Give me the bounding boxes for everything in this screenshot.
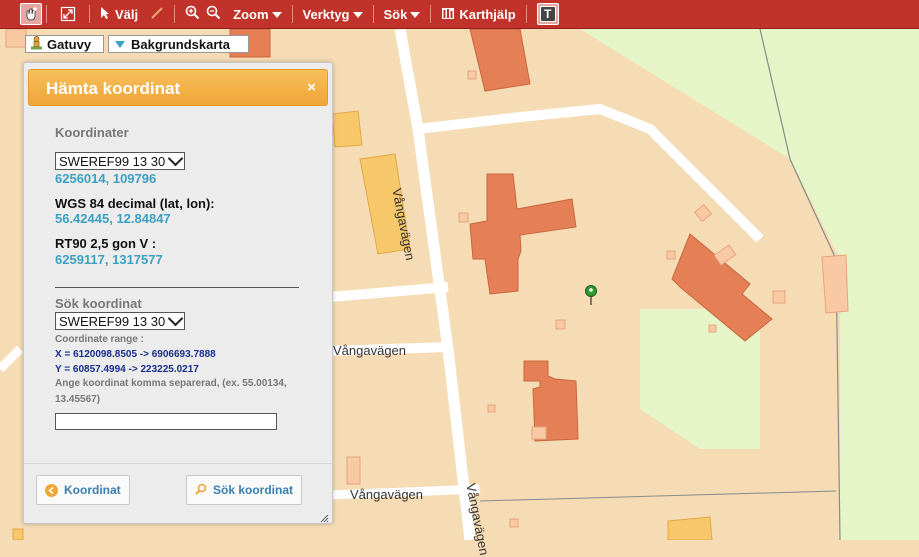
cursor-arrow-icon bbox=[100, 6, 110, 23]
coordinate-range-label: Coordinate range : bbox=[55, 334, 144, 345]
toolbar-divider bbox=[46, 5, 47, 23]
coordinate-range-x: X = 6120098.8505 -> 6906693.7888 bbox=[55, 349, 216, 360]
arrow-left-icon bbox=[45, 483, 58, 497]
background-map-label: Bakgrundskarta bbox=[131, 36, 230, 52]
coordinate-range-y: Y = 60857.4994 -> 223225.0217 bbox=[55, 364, 199, 375]
select-tool-label: Välj bbox=[115, 6, 139, 22]
toolbar-divider bbox=[372, 5, 374, 23]
ruler-icon bbox=[150, 6, 164, 23]
main-toolbar: Välj Zoom Verktyg Sök Karthjälp T bbox=[0, 0, 919, 29]
wgs-heading: WGS 84 decimal (lat, lon): bbox=[55, 196, 215, 211]
select-tool-button[interactable]: Välj bbox=[94, 3, 144, 25]
search-coordinate-heading: Sök koordinat bbox=[55, 296, 142, 311]
street-label: Vångavägen bbox=[350, 487, 424, 502]
toolbar-divider bbox=[525, 5, 527, 23]
search-icon bbox=[195, 483, 207, 498]
chevron-down-icon bbox=[271, 12, 282, 18]
chevron-down-icon bbox=[167, 150, 184, 167]
search-menu-label: Sök bbox=[383, 6, 408, 22]
help-book-icon bbox=[441, 6, 455, 23]
coordinate-input[interactable] bbox=[55, 413, 277, 430]
background-map-button[interactable]: Bakgrundskarta bbox=[108, 35, 249, 53]
section-divider bbox=[55, 287, 299, 288]
coordinates-heading: Koordinater bbox=[55, 125, 129, 140]
zoom-out-button[interactable] bbox=[203, 3, 227, 25]
street-label: Vångavägen bbox=[333, 343, 407, 358]
chevron-down-icon bbox=[352, 12, 363, 18]
panel-header[interactable]: Hämta koordinat × bbox=[28, 69, 328, 106]
tools-menu-label: Verktyg bbox=[302, 6, 350, 22]
close-icon[interactable]: × bbox=[307, 79, 316, 96]
expand-icon bbox=[57, 3, 79, 25]
projection-select[interactable]: SWEREF99 13 30 bbox=[55, 150, 185, 170]
toolbar-divider bbox=[430, 5, 432, 23]
triangle-down-icon bbox=[115, 40, 125, 48]
street-view-button[interactable]: Gatuvy bbox=[25, 35, 104, 53]
text-tool-button[interactable]: T bbox=[531, 3, 565, 25]
zoom-out-icon bbox=[206, 5, 221, 23]
panel-title: Hämta koordinat bbox=[46, 79, 181, 98]
fullscreen-button[interactable] bbox=[51, 3, 85, 25]
panel-footer-divider bbox=[24, 463, 332, 464]
text-t-icon: T bbox=[539, 6, 556, 22]
toolbar-divider bbox=[174, 5, 176, 23]
search-coordinate-button-label: Sök koordinat bbox=[213, 483, 294, 497]
search-menu-button[interactable]: Sök bbox=[378, 3, 427, 25]
zoom-in-button[interactable] bbox=[179, 3, 203, 25]
rt90-heading: RT90 2,5 gon V : bbox=[55, 236, 157, 251]
street-view-label: Gatuvy bbox=[47, 36, 92, 52]
chevron-down-icon bbox=[410, 12, 421, 18]
search-projection-select[interactable]: SWEREF99 13 30 bbox=[55, 310, 185, 330]
zoom-menu-button[interactable]: Zoom bbox=[227, 3, 287, 25]
zoom-in-icon bbox=[185, 5, 200, 23]
map-help-button[interactable]: Karthjälp bbox=[435, 3, 521, 25]
hand-move-icon bbox=[20, 3, 42, 25]
search-coordinate-button[interactable]: Sök koordinat bbox=[186, 475, 303, 505]
pan-tool-button[interactable] bbox=[0, 3, 42, 25]
coordinate-button[interactable]: Koordinat bbox=[36, 475, 130, 505]
wgs-value: 56.42445, 12.84847 bbox=[55, 211, 171, 226]
map-help-label: Karthjälp bbox=[459, 6, 516, 22]
zoom-menu-label: Zoom bbox=[233, 6, 269, 22]
tools-menu-button[interactable]: Verktyg bbox=[297, 3, 369, 25]
text-tool-frame: T bbox=[536, 3, 559, 25]
measure-tool-button[interactable] bbox=[144, 3, 170, 25]
chevron-down-icon bbox=[167, 310, 184, 327]
get-coordinate-panel: Hämta koordinat × Koordinater SWEREF99 1… bbox=[23, 62, 333, 524]
resize-grip-icon[interactable] bbox=[319, 510, 329, 523]
toolbar-divider bbox=[291, 5, 293, 23]
pegman-icon bbox=[30, 35, 43, 53]
sweref-value: 6256014, 109796 bbox=[55, 171, 157, 186]
rt90-value: 6259117, 1317577 bbox=[55, 252, 163, 267]
input-hint: Ange koordinat komma separerad, (ex. 55.… bbox=[55, 378, 287, 405]
projection-select-value: SWEREF99 13 30 bbox=[59, 153, 166, 169]
toolbar-divider bbox=[89, 5, 90, 23]
coordinate-button-label: Koordinat bbox=[64, 483, 121, 497]
search-projection-value: SWEREF99 13 30 bbox=[59, 313, 166, 329]
